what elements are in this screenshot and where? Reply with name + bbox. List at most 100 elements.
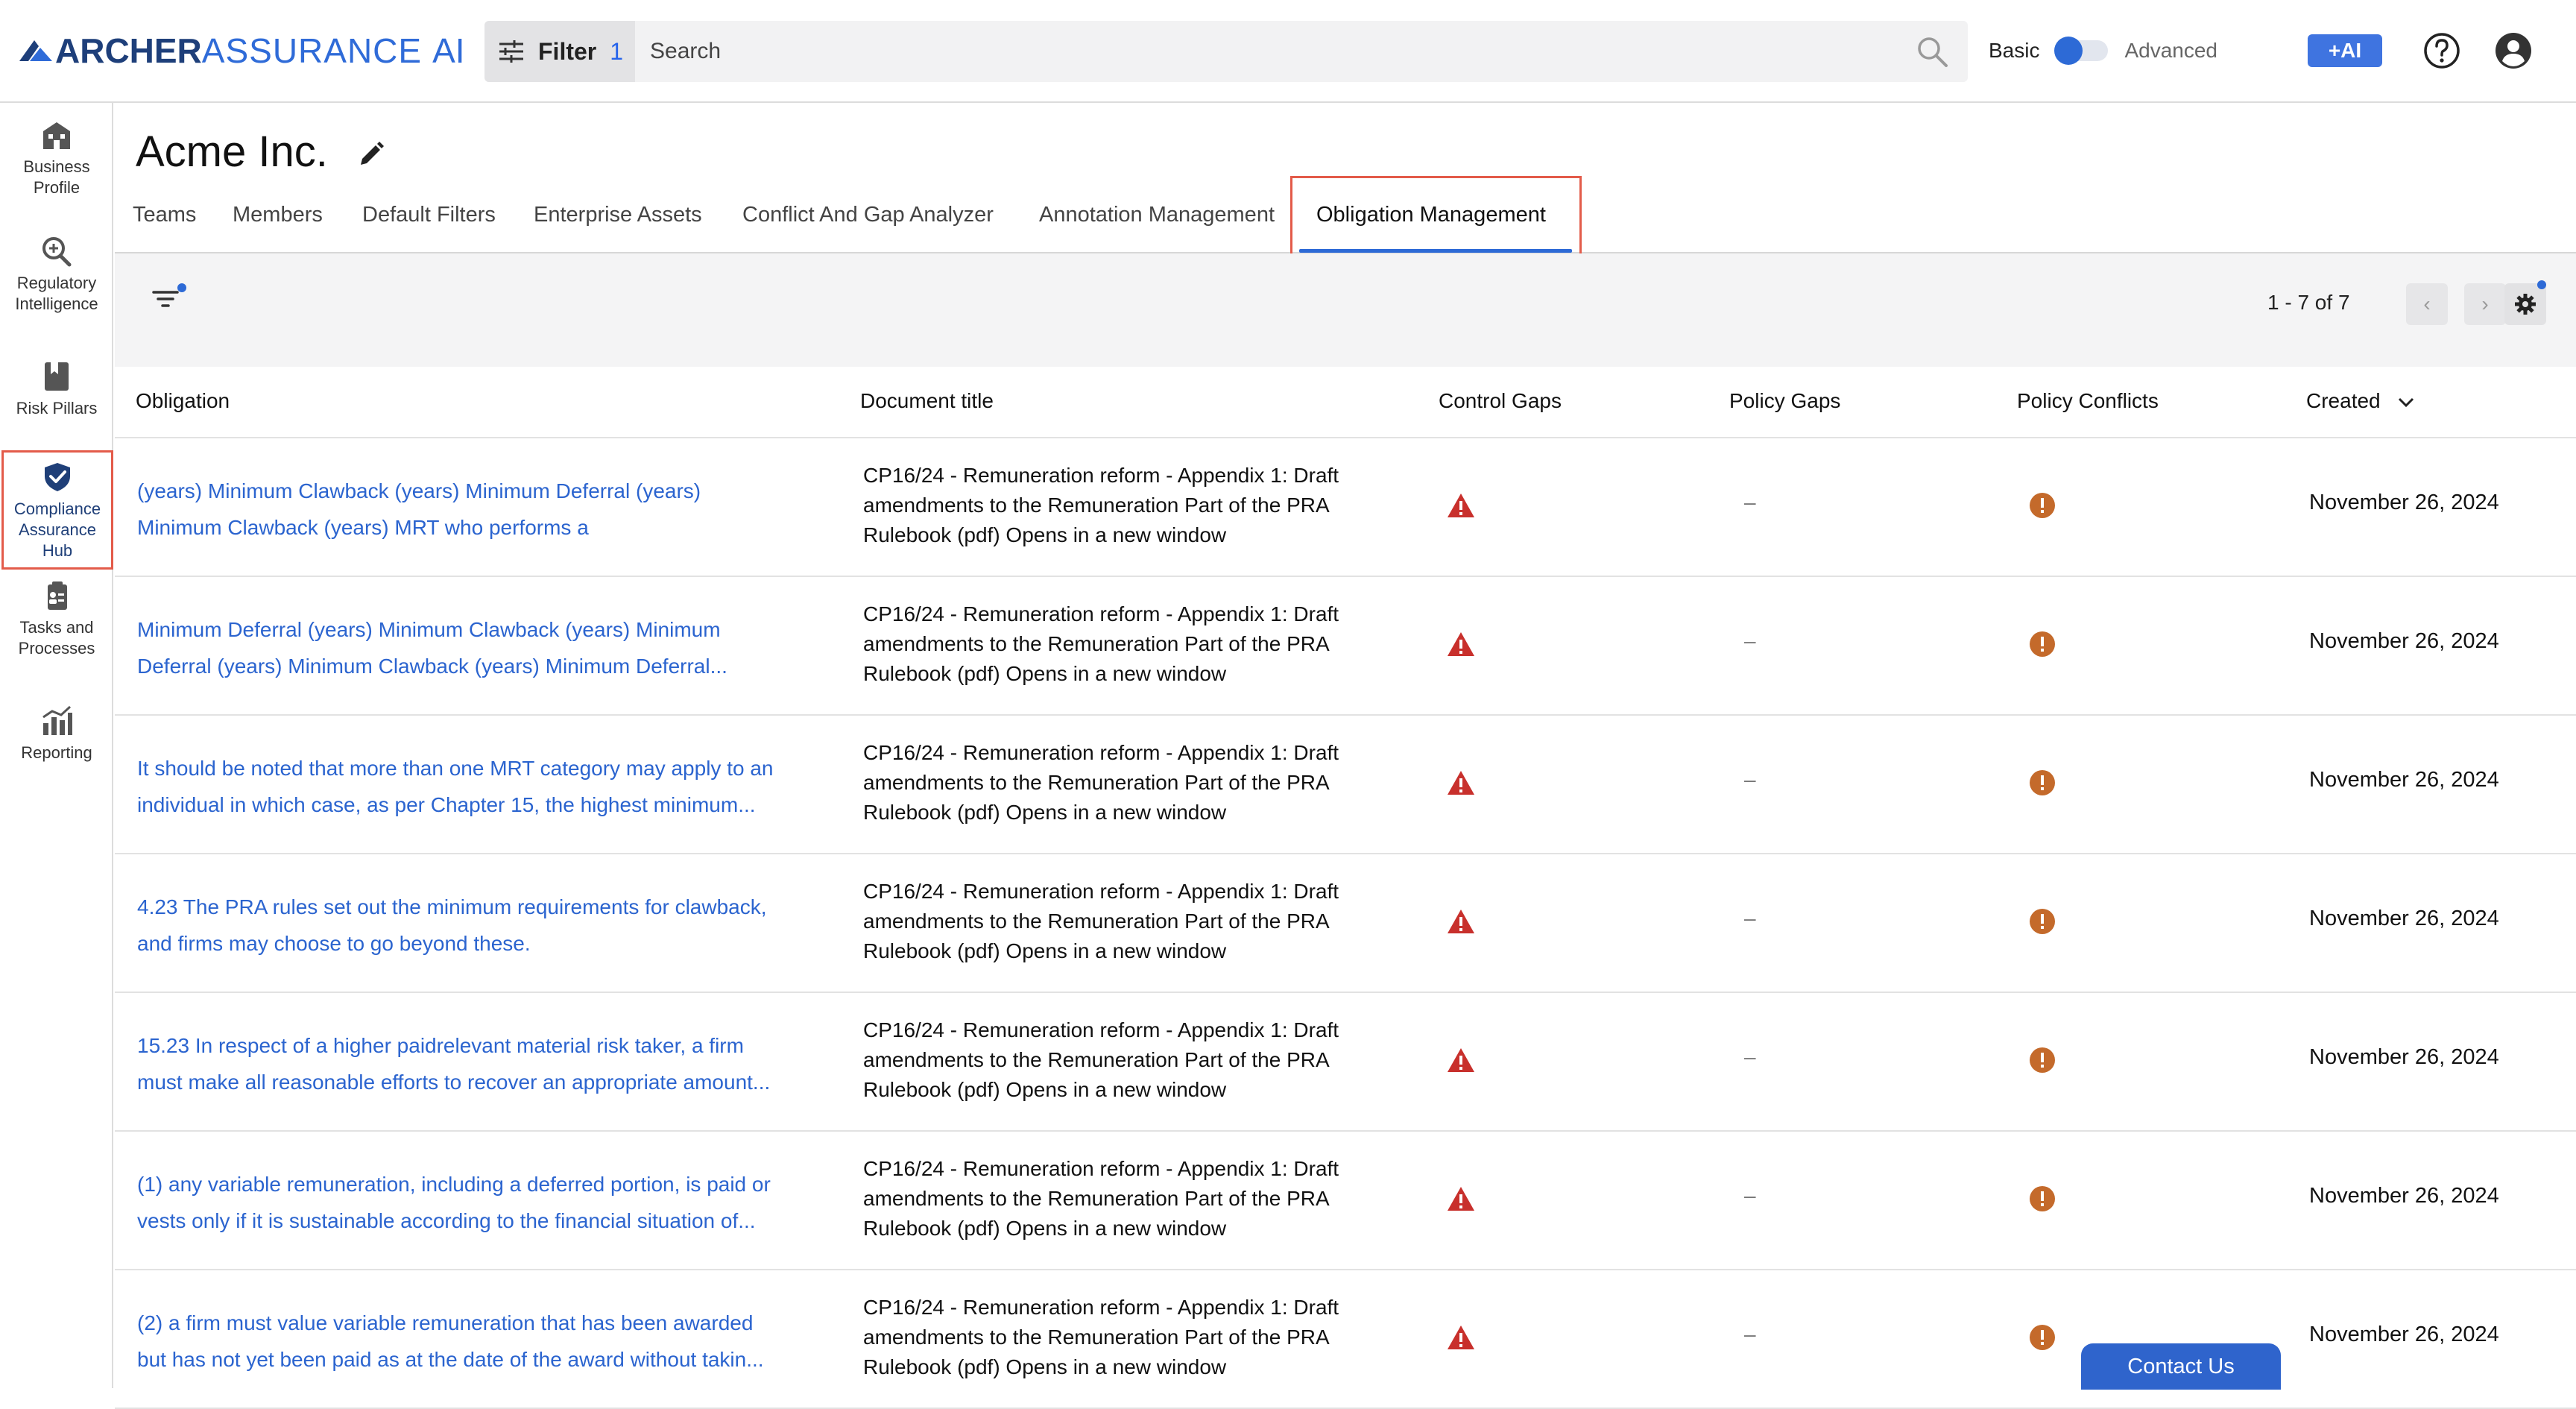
sidebar-item-business-profile[interactable]: Business Profile bbox=[0, 119, 113, 198]
top-bar: ARCHER ASSURANCE AI Filter 1 Basic bbox=[0, 0, 2576, 103]
main-content: Acme Inc. Teams Members Default Filters … bbox=[115, 104, 2576, 1409]
table-row[interactable]: 15.23 In respect of a higher paidrelevan… bbox=[115, 993, 2576, 1132]
app-logo[interactable]: ARCHER ASSURANCE AI bbox=[19, 31, 465, 70]
obligation-text-line: It should be noted that more than one MR… bbox=[137, 757, 774, 780]
sidebar-item-tasks-and-processes[interactable]: Tasks and Processes bbox=[0, 580, 113, 659]
alert-circle-icon[interactable] bbox=[2029, 492, 2056, 519]
pagination-info: 1 - 7 of 7 bbox=[2267, 291, 2350, 314]
tab-conflict-and-gap-analyzer[interactable]: Conflict And Gap Analyzer bbox=[742, 203, 994, 227]
alert-circle-icon[interactable] bbox=[2029, 1047, 2056, 1074]
filter-button[interactable]: Filter 1 bbox=[484, 21, 635, 82]
document-title-line: Rulebook (pdf) Opens in a new window bbox=[863, 662, 1227, 685]
obligation-text-line: vests only if it is sustainable accordin… bbox=[137, 1209, 756, 1232]
document-title-line: CP16/24 - Remuneration reform - Appendix… bbox=[863, 1018, 1339, 1041]
mode-toggle[interactable] bbox=[2054, 37, 2109, 65]
mode-switch: Basic Advanced bbox=[1989, 30, 2217, 72]
sidebar-item-reporting[interactable]: Reporting bbox=[0, 705, 113, 763]
sidebar: Business Profile Regulatory Intelligence… bbox=[0, 103, 113, 1388]
column-header-created-label: Created bbox=[2306, 389, 2381, 412]
document-title-line: CP16/24 - Remuneration reform - Appendix… bbox=[863, 1296, 1339, 1319]
policy-gaps-value: – bbox=[1744, 907, 1756, 930]
clipboard-person-icon bbox=[48, 581, 67, 610]
warning-triangle-icon[interactable] bbox=[1446, 492, 1476, 519]
bookmark-book-icon bbox=[45, 362, 69, 391]
document-title-line: CP16/24 - Remuneration reform - Appendix… bbox=[863, 464, 1339, 487]
obligation-link[interactable]: 15.23 In respect of a higher paidrelevan… bbox=[137, 1027, 853, 1100]
document-title-line: CP16/24 - Remuneration reform - Appendix… bbox=[863, 880, 1339, 903]
sidebar-item-regulatory-intelligence[interactable]: Regulatory Intelligence bbox=[0, 236, 113, 315]
obligation-text-line: (1) any variable remuneration, including… bbox=[137, 1173, 771, 1196]
filter-lines-icon[interactable] bbox=[152, 288, 179, 310]
column-header-obligation[interactable]: Obligation bbox=[136, 389, 230, 413]
obligation-link[interactable]: It should be noted that more than one MR… bbox=[137, 750, 853, 823]
warning-triangle-icon[interactable] bbox=[1446, 769, 1476, 796]
document-title-line: amendments to the Remuneration Part of t… bbox=[863, 910, 1330, 933]
obligation-link[interactable]: (1) any variable remuneration, including… bbox=[137, 1166, 853, 1239]
document-title-line: CP16/24 - Remuneration reform - Appendix… bbox=[863, 602, 1339, 625]
obligation-link[interactable]: Minimum Deferral (years) Minimum Clawbac… bbox=[137, 611, 853, 684]
tab-members[interactable]: Members bbox=[233, 203, 323, 227]
warning-triangle-icon[interactable] bbox=[1446, 908, 1476, 935]
settings-active-dot bbox=[2537, 280, 2546, 289]
document-title-cell: CP16/24 - Remuneration reform - Appendix… bbox=[863, 599, 1400, 689]
sidebar-item-compliance-assurance-hub[interactable]: Compliance Assurance Hub bbox=[1, 450, 113, 570]
column-header-created[interactable]: Created bbox=[2306, 389, 2414, 413]
policy-gaps-value: – bbox=[1744, 768, 1756, 791]
obligation-text-line: (2) a firm must value variable remunerat… bbox=[137, 1311, 754, 1334]
warning-triangle-icon[interactable] bbox=[1446, 631, 1476, 658]
contact-us-button[interactable]: Contact Us bbox=[2081, 1343, 2281, 1390]
table-row[interactable]: (1) any variable remuneration, including… bbox=[115, 1132, 2576, 1270]
shield-check-icon bbox=[45, 463, 70, 491]
obligation-text-line: must make all reasonable efforts to reco… bbox=[137, 1071, 771, 1094]
tab-annotation-management[interactable]: Annotation Management bbox=[1039, 203, 1275, 227]
ai-button[interactable]: +AI bbox=[2308, 34, 2382, 67]
user-avatar-icon[interactable] bbox=[2494, 31, 2533, 74]
next-page-button[interactable]: › bbox=[2464, 283, 2506, 325]
prev-page-button[interactable]: ‹ bbox=[2406, 283, 2448, 325]
alert-circle-icon[interactable] bbox=[2029, 631, 2056, 658]
obligation-text-line: Deferral (years) Minimum Clawback (years… bbox=[137, 655, 727, 678]
logo-mark-icon bbox=[19, 40, 52, 61]
column-header-policy-gaps[interactable]: Policy Gaps bbox=[1729, 389, 1840, 413]
alert-circle-icon[interactable] bbox=[2029, 769, 2056, 796]
column-header-control-gaps[interactable]: Control Gaps bbox=[1439, 389, 1562, 413]
table-row[interactable]: It should be noted that more than one MR… bbox=[115, 716, 2576, 854]
document-title-line: CP16/24 - Remuneration reform - Appendix… bbox=[863, 741, 1339, 764]
table-row[interactable]: (years) Minimum Clawback (years) Minimum… bbox=[115, 438, 2576, 577]
obligation-text-line: 4.23 The PRA rules set out the minimum r… bbox=[137, 895, 767, 918]
table-row[interactable]: 4.23 The PRA rules set out the minimum r… bbox=[115, 854, 2576, 993]
table-header: Obligation Document title Control Gaps P… bbox=[115, 367, 2576, 438]
search-icon[interactable] bbox=[1910, 35, 1954, 68]
table-settings-button[interactable] bbox=[2504, 283, 2546, 325]
chart-icon bbox=[42, 705, 72, 735]
obligation-link[interactable]: 4.23 The PRA rules set out the minimum r… bbox=[137, 889, 853, 962]
sidebar-item-risk-pillars[interactable]: Risk Pillars bbox=[0, 361, 113, 419]
column-header-document-title[interactable]: Document title bbox=[860, 389, 994, 413]
warning-triangle-icon[interactable] bbox=[1446, 1047, 1476, 1074]
tab-teams[interactable]: Teams bbox=[133, 203, 196, 227]
edit-pencil-icon[interactable] bbox=[358, 141, 385, 168]
obligation-link[interactable]: (2) a firm must value variable remunerat… bbox=[137, 1305, 853, 1378]
alert-circle-icon[interactable] bbox=[2029, 1185, 2056, 1212]
warning-triangle-icon[interactable] bbox=[1446, 1324, 1476, 1351]
warning-triangle-icon[interactable] bbox=[1446, 1185, 1476, 1212]
alert-circle-icon[interactable] bbox=[2029, 1324, 2056, 1351]
policy-gaps-value: – bbox=[1744, 1323, 1756, 1346]
obligation-text-line: Minimum Clawback (years) MRT who perform… bbox=[137, 516, 589, 539]
filter-active-dot bbox=[177, 283, 186, 292]
search-input[interactable] bbox=[635, 21, 1910, 82]
tab-enterprise-assets[interactable]: Enterprise Assets bbox=[534, 203, 702, 227]
alert-circle-icon[interactable] bbox=[2029, 908, 2056, 935]
tab-default-filters[interactable]: Default Filters bbox=[362, 203, 496, 227]
created-date: November 26, 2024 bbox=[2309, 768, 2499, 792]
obligation-link[interactable]: (years) Minimum Clawback (years) Minimum… bbox=[137, 473, 853, 546]
table-row[interactable]: Minimum Deferral (years) Minimum Clawbac… bbox=[115, 577, 2576, 716]
sidebar-item-label: Business Profile bbox=[23, 157, 90, 197]
chevron-right-icon: › bbox=[2481, 292, 2489, 315]
document-title-line: amendments to the Remuneration Part of t… bbox=[863, 1048, 1330, 1071]
column-header-policy-conflicts[interactable]: Policy Conflicts bbox=[2017, 389, 2159, 413]
help-icon[interactable] bbox=[2422, 31, 2461, 74]
document-title-cell: CP16/24 - Remuneration reform - Appendix… bbox=[863, 877, 1400, 966]
chevron-down-icon bbox=[2399, 397, 2414, 407]
created-date: November 26, 2024 bbox=[2309, 1323, 2499, 1346]
